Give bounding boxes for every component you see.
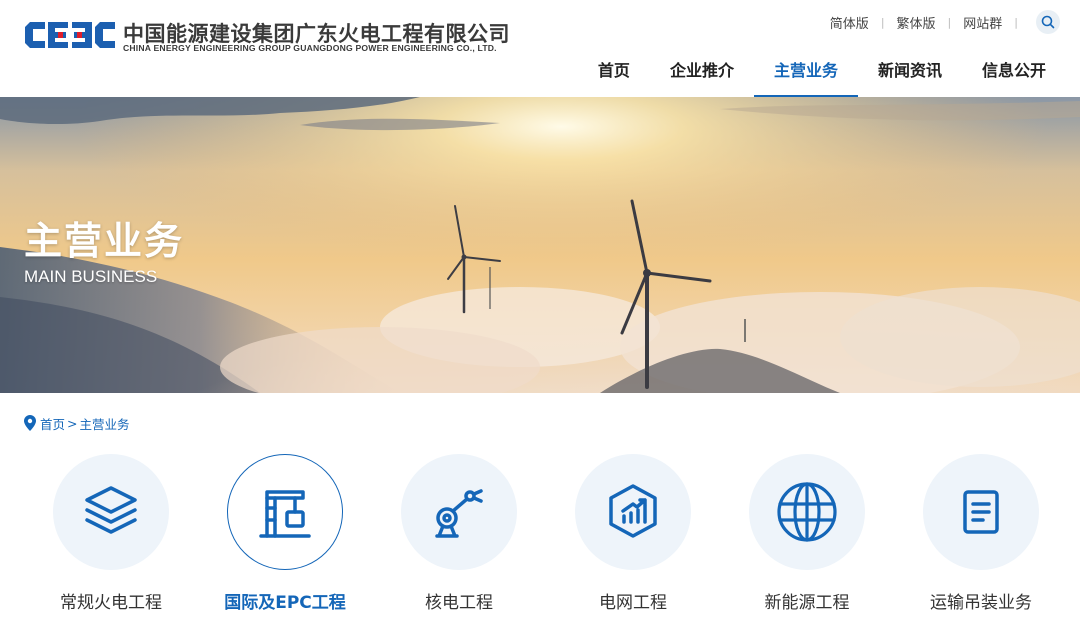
main-nav: 首页 企业推介 主营业务 新闻资讯 信息公开 [578, 40, 1066, 97]
banner-subtitle: MAIN BUSINESS [24, 267, 158, 286]
business-item-power-grid[interactable]: 电网工程 [546, 454, 720, 622]
nav-company-intro[interactable]: 企业推介 [650, 40, 754, 97]
chart-hexagon-icon [609, 484, 657, 538]
nav-news[interactable]: 新闻资讯 [858, 40, 962, 97]
business-item-thermal-power[interactable]: 常规火电工程 [24, 454, 198, 622]
site-header: 中国能源建设集团广东火电工程有限公司 CHINA ENERGY ENGINEER… [0, 0, 1080, 97]
business-icon-circle [401, 454, 517, 570]
business-icon-circle [749, 454, 865, 570]
business-icon-circle [227, 454, 343, 570]
business-label: 常规火电工程 [60, 593, 162, 613]
business-label: 电网工程 [599, 593, 667, 613]
crane-icon [259, 490, 311, 538]
business-icon-circle [923, 454, 1039, 570]
ceec-logo-mark [25, 22, 115, 48]
search-icon [1041, 15, 1055, 29]
top-links: 简体版 | 繁体版 | 网站群 | [830, 9, 1060, 35]
breadcrumb-home[interactable]: 首页 [40, 414, 65, 433]
business-icon-circle [575, 454, 691, 570]
site-logo[interactable]: 中国能源建设集团广东火电工程有限公司 CHINA ENERGY ENGINEER… [24, 16, 524, 56]
logo-english-name: CHINA ENERGY ENGINEERING GROUP GUANGDONG… [123, 43, 497, 53]
top-link-separator: | [1014, 15, 1018, 29]
search-button[interactable] [1036, 10, 1060, 34]
nav-home[interactable]: 首页 [578, 40, 650, 97]
breadcrumb: 首页 > 主营业务 [24, 414, 130, 432]
business-item-nuclear-power[interactable]: 核电工程 [372, 454, 546, 622]
location-pin-icon [24, 415, 36, 431]
robotic-arm-icon [435, 489, 483, 538]
document-icon [963, 490, 999, 534]
globe-icon [777, 482, 837, 542]
business-label: 新能源工程 [764, 593, 850, 613]
nav-main-business[interactable]: 主营业务 [753, 40, 858, 97]
hero-banner: 主营业务 MAIN BUSINESS [0, 97, 1080, 393]
traditional-chinese-link[interactable]: 繁体版 [897, 13, 936, 32]
business-label: 运输吊装业务 [930, 593, 1032, 613]
simplified-chinese-link[interactable]: 简体版 [830, 13, 869, 32]
business-item-new-energy[interactable]: 新能源工程 [720, 454, 894, 622]
top-link-separator: | [947, 15, 952, 29]
breadcrumb-separator: > [67, 415, 78, 431]
site-group-link[interactable]: 网站群 [963, 13, 1002, 32]
business-item-international-epc[interactable]: 国际及EPC工程 [198, 454, 372, 622]
breadcrumb-current[interactable]: 主营业务 [80, 414, 130, 433]
business-icon-circle [53, 454, 169, 570]
top-link-separator: | [880, 15, 885, 29]
business-label: 国际及EPC工程 [224, 593, 346, 613]
nav-info-disclosure[interactable]: 信息公开 [962, 40, 1066, 97]
business-label: 核电工程 [425, 593, 493, 613]
layers-icon [85, 486, 137, 534]
banner-title: 主营业务 [24, 219, 185, 263]
business-item-transport-lifting[interactable]: 运输吊装业务 [894, 454, 1068, 622]
